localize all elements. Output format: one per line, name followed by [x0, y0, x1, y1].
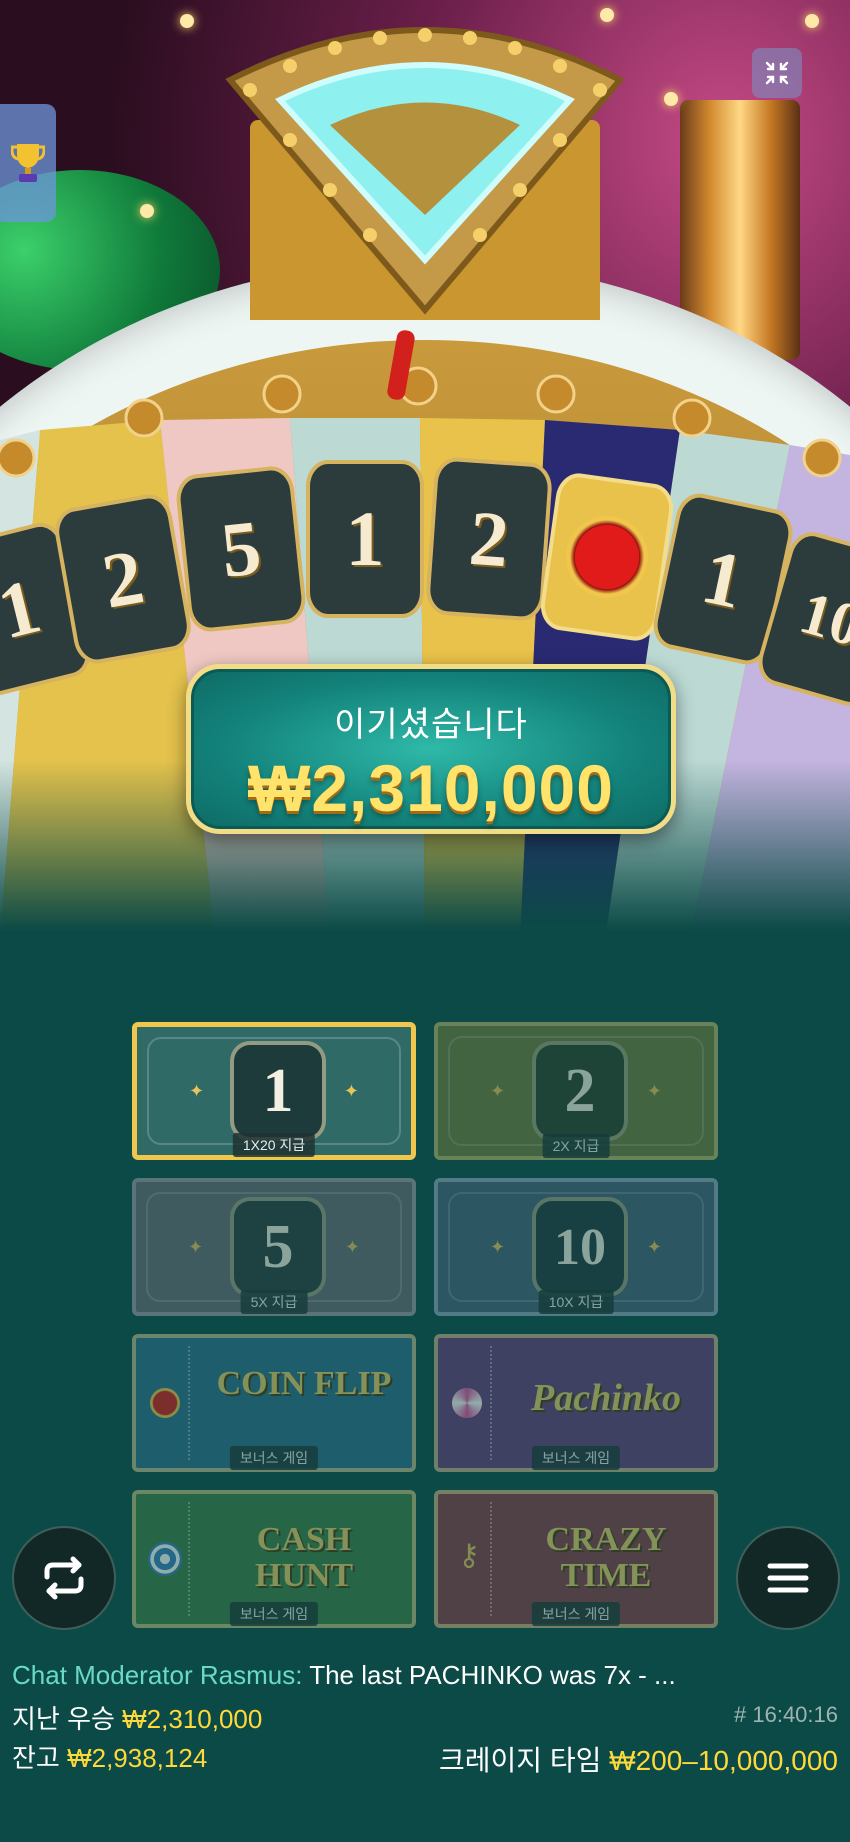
bonus-title: CRAZY TIME	[545, 1521, 667, 1594]
table-limits[interactable]: 크레이지 타임 ₩200–10,000,000	[439, 1739, 838, 1779]
bet-spot-2[interactable]: ✦ ✦ 2 2X 지급	[434, 1022, 718, 1160]
balance-label: 잔고	[12, 1743, 60, 1773]
payout-label: 5X 지급	[240, 1290, 308, 1314]
chat-line[interactable]: Chat Moderator Rasmus: The last PACHINKO…	[12, 1660, 676, 1691]
menu-icon	[767, 1563, 809, 1593]
star-icon: ✦	[646, 1081, 662, 1101]
wheel-segment-1b: 1	[306, 460, 424, 618]
bet-spot-10[interactable]: ✦ ✦ 10 10X 지급	[434, 1178, 718, 1316]
payout-label: 10X 지급	[538, 1290, 614, 1314]
payout-label: 2X 지급	[542, 1134, 610, 1158]
balance-row: 잔고 ₩2,938,124	[12, 1738, 207, 1775]
wheel-segment-2b: 2	[424, 456, 554, 622]
rim-bolt	[262, 374, 302, 414]
win-amount: ₩2,310,000	[248, 751, 614, 825]
bonus-spot-pachinko[interactable]: Pachinko 보너스 게임	[434, 1334, 718, 1472]
rim-bolt	[536, 374, 576, 414]
star-icon: ✦	[189, 1081, 205, 1101]
rim-bolt	[672, 398, 712, 438]
rim-bolt	[124, 398, 164, 438]
payout-label: 1X20 지급	[232, 1133, 316, 1157]
coinflip-coin-icon	[560, 510, 654, 604]
bonus-title: COIN FLIP	[216, 1365, 392, 1402]
bonus-spot-cash-hunt[interactable]: CASH HUNT 보너스 게임	[132, 1490, 416, 1628]
bet-spot-5[interactable]: ✦ ✦ 5 5X 지급	[132, 1178, 416, 1316]
win-banner: 이기셨습니다 ₩2,310,000	[186, 664, 676, 834]
round-id: # 16:40:16	[734, 1702, 838, 1727]
bet-spot-1[interactable]: ✦ ✦ 1 1X20 지급	[132, 1022, 416, 1160]
bonus-label: 보너스 게임	[229, 1446, 319, 1470]
star-icon: ✦	[344, 1237, 360, 1257]
last-win-label: 지난 우승	[12, 1704, 115, 1734]
target-icon	[148, 1542, 182, 1576]
last-win-value: ₩2,310,000	[122, 1704, 263, 1734]
bonus-label: 보너스 게임	[531, 1602, 621, 1626]
repeat-bet-button[interactable]	[12, 1526, 116, 1630]
win-title: 이기셨습니다	[334, 706, 528, 744]
wheel-segment-5: 5	[174, 464, 308, 634]
bet-number: 2	[532, 1041, 628, 1141]
menu-button[interactable]	[736, 1526, 840, 1630]
wheel-video: 1 2 5 1 2 1 10 이기셨습니다 ₩2,310,000	[0, 0, 850, 940]
coin-icon	[150, 1388, 180, 1418]
key-icon: ⚷	[458, 1539, 480, 1572]
limits-value: ₩200–10,000,000	[609, 1745, 838, 1776]
bet-number: 1	[230, 1041, 326, 1141]
bonus-spot-coin-flip[interactable]: COIN FLIP 보너스 게임	[132, 1334, 416, 1472]
collapse-icon	[765, 61, 789, 85]
leaderboard-button[interactable]	[0, 104, 56, 222]
bonus-title: Pachinko	[531, 1377, 681, 1419]
game-name: 크레이지 타임	[439, 1745, 602, 1776]
chat-message: The last PACHINKO was 7x - ...	[309, 1660, 676, 1690]
star-icon: ✦	[188, 1237, 204, 1257]
bonus-spot-crazy-time[interactable]: ⚷ CRAZY TIME 보너스 게임	[434, 1490, 718, 1628]
bonus-title: CASH HUNT	[254, 1521, 354, 1594]
rim-bolt	[802, 438, 842, 478]
collapse-video-button[interactable]	[752, 48, 802, 98]
bet-number: 10	[532, 1197, 628, 1297]
bet-number: 5	[230, 1197, 326, 1297]
balance-value: ₩2,938,124	[67, 1743, 208, 1773]
rim-bolt	[0, 438, 36, 478]
bonus-label: 보너스 게임	[229, 1602, 319, 1626]
repeat-icon	[44, 1556, 84, 1600]
star-icon: ✦	[490, 1081, 506, 1101]
bonus-label: 보너스 게임	[531, 1446, 621, 1470]
last-win-row: 지난 우승 ₩2,310,000	[12, 1699, 262, 1736]
star-icon: ✦	[343, 1081, 359, 1101]
wheel-pointer	[225, 27, 625, 320]
star-icon: ✦	[646, 1237, 662, 1257]
chat-author: Chat Moderator Rasmus:	[12, 1660, 303, 1690]
trophy-icon	[11, 144, 45, 182]
star-icon: ✦	[490, 1237, 506, 1257]
pachinko-candy-icon	[452, 1388, 482, 1418]
